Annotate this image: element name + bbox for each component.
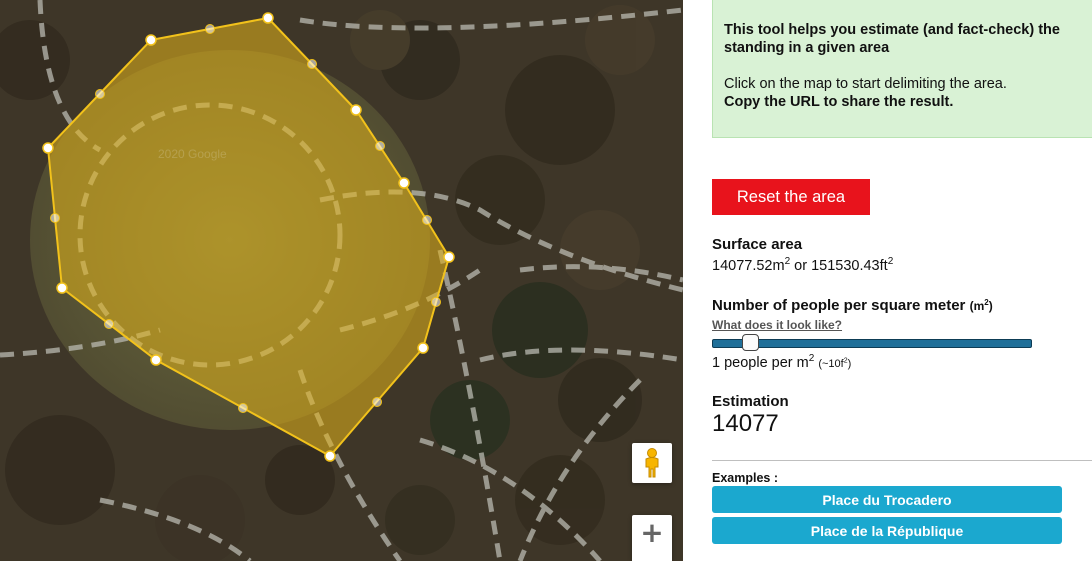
intro-text-line2: standing in a given area <box>724 40 890 56</box>
example-republique-button[interactable]: Place de la République <box>712 517 1062 544</box>
density-approx: (~10f2) <box>818 357 852 370</box>
side-panel: This tool helps you estimate (and fact-c… <box>683 0 1092 561</box>
surface-m2: 14077.52m <box>712 257 785 274</box>
pegman-icon <box>645 448 659 478</box>
info-box: This tool helps you estimate (and fact-c… <box>712 0 1092 138</box>
density-value: 1 people per m2 (~10f2) <box>712 353 852 371</box>
density-title-text: Number of people per square meter <box>712 297 966 314</box>
street-view-pegman-button[interactable] <box>632 443 672 483</box>
density-slider-thumb[interactable] <box>742 334 760 351</box>
surface-area-title: Surface area <box>712 236 803 253</box>
density-slider-track[interactable] <box>712 339 1032 348</box>
zoom-in-button[interactable]: + <box>632 515 672 561</box>
density-title: Number of people per square meter (m2) <box>712 297 993 314</box>
example-trocadero-button[interactable]: Place du Trocadero <box>712 486 1062 513</box>
plus-icon: + <box>640 516 664 549</box>
estimation-value: 14077 <box>712 410 779 437</box>
satellite-map[interactable]: 2020 Google + <box>0 0 683 561</box>
app-root: 2020 Google + This tool helps you estima… <box>0 0 1092 561</box>
density-unit: (m2) <box>969 298 993 313</box>
surface-area-value: 14077.52m2 or 151530.43ft2 <box>712 256 893 274</box>
surface-ft2: 151530.43ft <box>811 257 888 274</box>
divider <box>712 460 1092 461</box>
surface-ft2-exponent: 2 <box>887 256 894 267</box>
share-instruction-text: Copy the URL to share the result. <box>724 94 954 110</box>
map-imagery[interactable] <box>0 0 683 561</box>
instruction-text: Click on the map to start delimiting the… <box>724 76 1007 92</box>
map-watermark: 2020 Google <box>158 147 227 161</box>
estimation-title: Estimation <box>712 393 789 410</box>
reset-area-button[interactable]: Reset the area <box>712 179 870 215</box>
examples-label: Examples : <box>712 471 779 485</box>
what-does-it-look-like-link[interactable]: What does it look like? <box>712 318 842 332</box>
surface-or: or <box>790 257 812 274</box>
intro-text: This tool helps you estimate (and fact-c… <box>724 22 1060 38</box>
